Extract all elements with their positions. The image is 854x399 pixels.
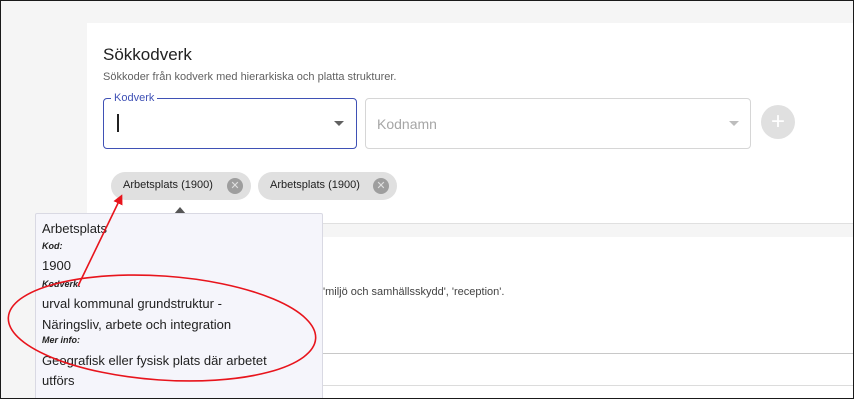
chip-label: Arbetsplats (1900) [270,179,360,191]
screenshot-frame: Sökkodverk Sökkoder från kodverk med hie… [0,0,854,399]
section-title: Sökkodverk [103,45,192,64]
tooltip-title: Arbetsplats [42,221,108,236]
tooltip-kodverk-line: Näringsliv, arbete och integration [42,317,232,332]
divider [323,385,853,386]
divider [323,353,853,354]
tooltip-merinfo-line: utförs [42,373,75,388]
selected-code-chip[interactable]: Arbetsplats (1900) ✕ [111,172,251,200]
kodverk-label: Kodverk [111,92,158,104]
chevron-down-icon[interactable] [729,121,739,126]
text-cursor [117,114,119,132]
kodnamn-placeholder: Kodnamn [377,116,437,132]
tooltip-kod-heading: Kod: [42,241,63,251]
close-icon[interactable]: ✕ [373,178,389,194]
kodverk-select[interactable] [103,98,357,149]
chevron-down-icon[interactable] [334,121,344,126]
tooltip-merinfo-heading: Mer info: [42,335,80,345]
add-button[interactable]: + [761,105,795,139]
description-text: 'miljö och samhällsskydd', 'reception'. [323,286,505,298]
tooltip-kodverk-heading: Kodverk: [42,279,82,289]
selected-code-chip[interactable]: Arbetsplats (1900) ✕ [258,172,397,200]
tooltip-merinfo-line: Geografisk eller fysisk plats där arbete… [42,353,267,368]
section-subtitle: Sökkoder från kodverk med hierarkiska oc… [103,71,397,83]
chip-label: Arbetsplats (1900) [123,179,213,191]
tooltip-kod-value: 1900 [42,258,71,273]
tooltip-kodverk-line: urval kommunal grundstruktur - [42,296,222,311]
close-icon[interactable]: ✕ [227,178,243,194]
